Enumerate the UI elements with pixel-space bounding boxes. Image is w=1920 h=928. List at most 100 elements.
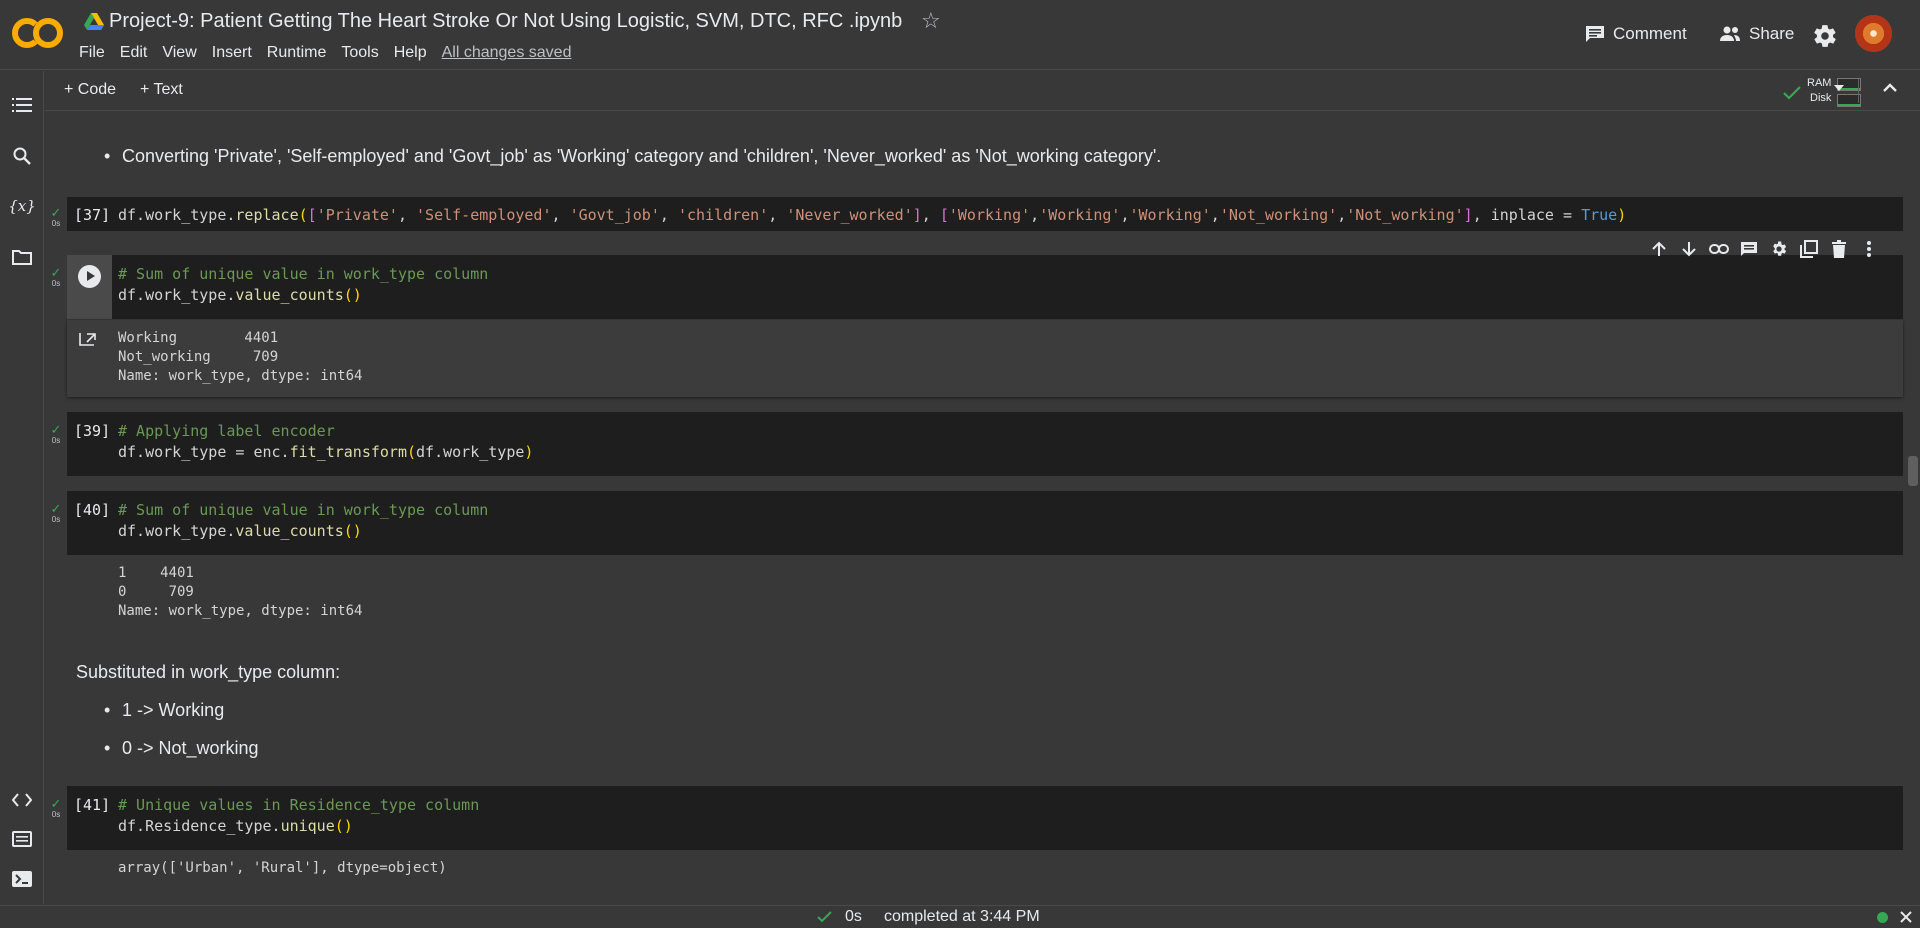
cell-status: ✓ 0s <box>47 422 65 445</box>
code-line[interactable]: df.work_type.value_counts() <box>118 522 362 540</box>
play-icon <box>87 271 95 281</box>
code-comment[interactable]: # Unique values in Residence_type column <box>118 796 479 814</box>
divider <box>1858 79 1859 103</box>
save-status-link[interactable]: All changes saved <box>442 44 572 62</box>
markdown-bullet: 0 -> Not_working <box>104 738 259 759</box>
cell-output-38: Working 4401 Not_working 709 Name: work_… <box>67 320 1903 397</box>
notebook-title[interactable]: Project-9: Patient Getting The Heart Str… <box>109 10 902 33</box>
add-code-button[interactable]: + Code <box>64 81 116 99</box>
menu-view[interactable]: View <box>162 44 196 62</box>
code-cell-40[interactable]: ✓ 0s [40] # Sum of unique value in work_… <box>51 491 1903 555</box>
exec-time: 0s <box>51 810 61 819</box>
chevron-up-icon[interactable] <box>1879 77 1901 99</box>
chevron-down-icon[interactable] <box>1834 85 1844 91</box>
output-line: Name: work_type, dtype: int64 <box>118 603 363 619</box>
comment-icon <box>1586 26 1604 42</box>
avatar[interactable] <box>1855 15 1892 52</box>
completion-status: completed at 3:44 PM <box>884 908 1040 925</box>
code-line[interactable]: df.work_type.replace(['Private', 'Self-e… <box>118 206 1626 224</box>
google-drive-icon[interactable] <box>84 13 104 31</box>
menu-insert[interactable]: Insert <box>212 44 252 62</box>
share-label: Share <box>1749 24 1795 43</box>
more-options-icon[interactable] <box>1858 238 1880 260</box>
comment-button[interactable]: Comment <box>1585 24 1687 44</box>
connected-check-icon <box>1783 86 1801 100</box>
success-check-icon: ✓ <box>50 422 62 437</box>
menu-help[interactable]: Help <box>394 44 427 62</box>
menu-edit[interactable]: Edit <box>120 44 148 62</box>
cell-status: ✓ 0s <box>47 501 65 524</box>
markdown-heading: Substituted in work_type column: <box>76 662 341 682</box>
share-button[interactable]: Share <box>1719 24 1794 44</box>
output-line: Name: work_type, dtype: int64 <box>118 368 363 384</box>
code-line[interactable]: df.Residence_type.unique() <box>118 817 353 835</box>
folder-icon[interactable] <box>10 245 34 269</box>
code-cell-38[interactable]: ✓ 0s # Sum of unique value in work_type … <box>51 255 1903 319</box>
success-check-icon: ✓ <box>50 501 62 516</box>
variables-icon[interactable]: {x} <box>8 194 36 218</box>
exec-time: 0s <box>51 436 61 445</box>
output-line: array(['Urban', 'Rural'], dtype=object) <box>118 860 447 876</box>
code-line[interactable]: df.work_type.value_counts() <box>118 286 362 304</box>
menu-file[interactable]: File <box>79 44 105 62</box>
markdown-bullet: Converting 'Private', 'Self-employed' an… <box>104 146 1161 167</box>
terminal-icon[interactable] <box>10 867 34 891</box>
output-line: Working 4401 <box>118 330 279 346</box>
exec-count: [41] <box>74 796 111 814</box>
output-line: 1 4401 <box>118 565 194 581</box>
status-bar: 0s completed at 3:44 PM <box>0 905 1920 928</box>
disk-label: Disk <box>1810 92 1832 104</box>
cell-toolbar <box>1648 238 1880 260</box>
cell-status: ✓ 0s <box>47 796 65 819</box>
code-line[interactable]: df.work_type = enc.fit_transform(df.work… <box>118 443 533 461</box>
code-comment[interactable]: # Applying label encoder <box>118 422 335 440</box>
exec-count: [37] <box>74 206 111 224</box>
runtime-status-dot <box>1877 912 1888 923</box>
cell-status: ✓ 0s <box>47 206 65 228</box>
code-comment[interactable]: # Sum of unique value in work_type colum… <box>118 501 488 519</box>
close-icon[interactable] <box>1898 909 1914 925</box>
arrow-up-icon[interactable] <box>1648 238 1670 260</box>
exec-time: 0s <box>51 515 61 524</box>
comment-icon[interactable] <box>1738 238 1760 260</box>
exec-time: 0s <box>51 219 61 228</box>
colab-logo[interactable] <box>11 16 64 50</box>
success-check-icon: ✓ <box>50 265 62 280</box>
success-check-icon: ✓ <box>50 796 62 811</box>
search-icon[interactable] <box>10 144 34 168</box>
link-icon[interactable] <box>1708 238 1730 260</box>
gear-icon[interactable] <box>1812 23 1838 49</box>
code-snippets-icon[interactable] <box>10 788 34 812</box>
run-cell-button[interactable] <box>78 265 101 288</box>
code-comment[interactable]: # Sum of unique value in work_type colum… <box>118 265 488 283</box>
command-palette-icon[interactable] <box>10 827 34 851</box>
exec-duration: 0s <box>845 908 862 925</box>
header: Project-9: Patient Getting The Heart Str… <box>0 0 1920 70</box>
cell-status: ✓ 0s <box>47 265 65 288</box>
exec-time: 0s <box>51 279 61 288</box>
notebook-content: Converting 'Private', 'Self-employed' an… <box>45 112 1906 904</box>
add-text-button[interactable]: + Text <box>140 81 183 99</box>
arrow-down-icon[interactable] <box>1678 238 1700 260</box>
table-of-contents-icon[interactable] <box>10 93 34 117</box>
menu-runtime[interactable]: Runtime <box>267 44 327 62</box>
mirror-cell-icon[interactable] <box>1798 238 1820 260</box>
output-line: Not_working 709 <box>118 349 279 365</box>
exec-count: [39] <box>74 422 111 440</box>
people-icon <box>1720 26 1740 41</box>
cell-output-41: array(['Urban', 'Rural'], dtype=object) <box>67 856 1903 886</box>
exec-count: [40] <box>74 501 111 519</box>
menu-tools[interactable]: Tools <box>341 44 378 62</box>
code-cell-37[interactable]: ✓ 0s [37] df.work_type.replace(['Private… <box>51 197 1903 231</box>
star-icon[interactable]: ☆ <box>921 8 941 34</box>
delete-icon[interactable] <box>1828 238 1850 260</box>
code-cell-41[interactable]: ✓ 0s [41] # Unique values in Residence_t… <box>51 786 1903 850</box>
cell-settings-icon[interactable] <box>1768 238 1790 260</box>
notebook-toolbar: + Code + Text RAM Disk <box>45 71 1920 111</box>
output-line: 0 709 <box>118 584 194 600</box>
scrollbar-thumb[interactable] <box>1908 456 1918 486</box>
clear-output-icon[interactable] <box>79 330 97 348</box>
comment-label: Comment <box>1613 24 1687 43</box>
ram-label: RAM <box>1807 77 1832 89</box>
code-cell-39[interactable]: ✓ 0s [39] # Applying label encoder df.wo… <box>51 412 1903 476</box>
